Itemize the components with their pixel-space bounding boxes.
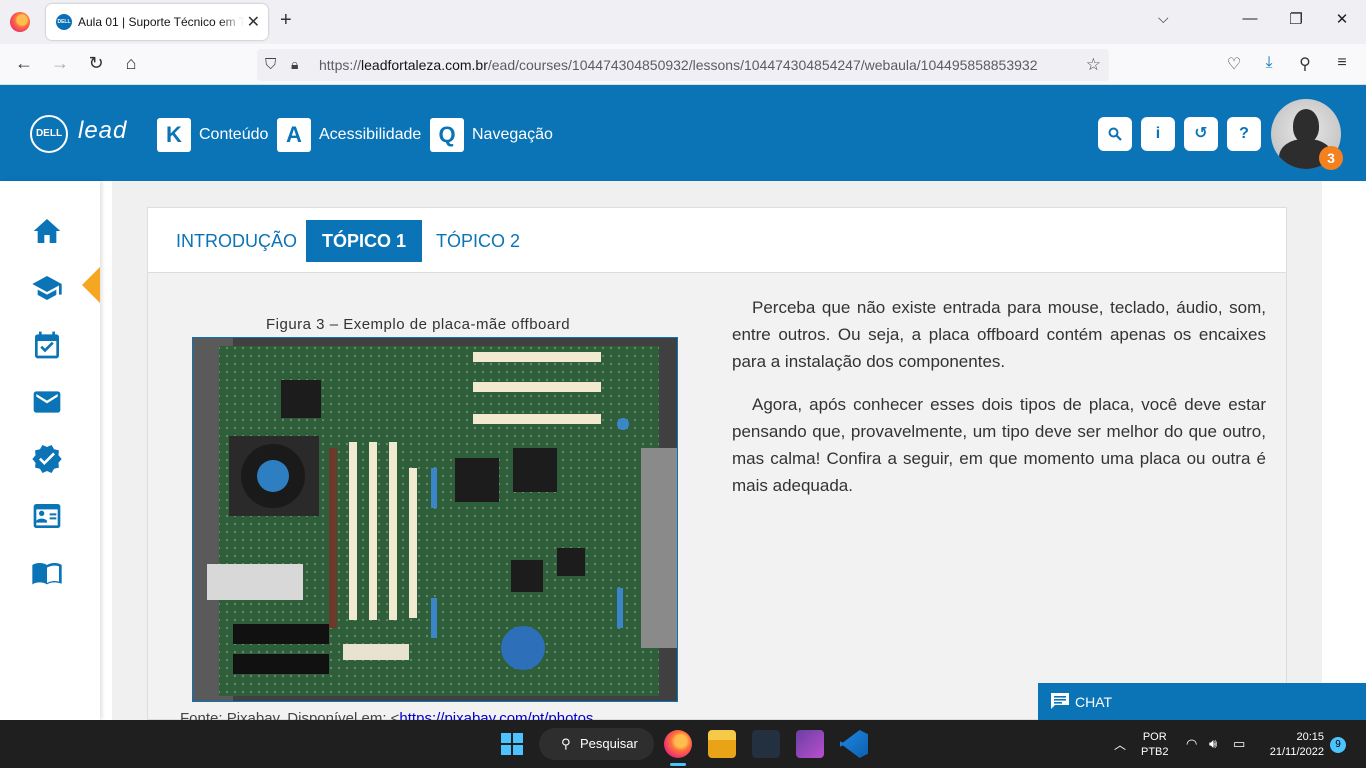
- tab-introducao[interactable]: INTRODUÇÃO: [160, 220, 313, 262]
- active-app-indicator: [670, 763, 686, 766]
- battery-icon[interactable]: ▭: [1233, 736, 1245, 752]
- id-card-icon[interactable]: [31, 500, 63, 532]
- shortcut-label: Navegação: [472, 126, 553, 143]
- forward-icon[interactable]: →: [48, 53, 72, 74]
- help-icon: ?: [1239, 125, 1249, 142]
- help-button[interactable]: ?: [1227, 117, 1261, 151]
- terminal-app-icon[interactable]: [752, 730, 780, 758]
- calendar-check-icon[interactable]: [31, 329, 63, 361]
- search-button[interactable]: [1098, 117, 1132, 151]
- url-bar[interactable]: ⛉ 🔒︎ https://leadfortaleza.com.br/ead/co…: [257, 49, 1109, 81]
- volume-icon[interactable]: 🔊︎: [1209, 736, 1217, 752]
- lock-icon[interactable]: 🔒︎: [291, 56, 298, 73]
- download-icon[interactable]: ⤓: [1258, 54, 1280, 72]
- tab-topico-1[interactable]: TÓPICO 1: [306, 220, 423, 262]
- wifi-icon[interactable]: ◠: [1186, 736, 1197, 752]
- clock-time: 20:15: [1296, 731, 1324, 743]
- system-clock[interactable]: 20:15 21/11/2022: [1262, 730, 1324, 760]
- shortcut-label: Conteúdo: [199, 126, 269, 143]
- search-icon: ⚲: [561, 736, 571, 751]
- windows-start-icon[interactable]: [501, 733, 523, 755]
- firefox-taskbar-icon[interactable]: [664, 730, 692, 758]
- lesson-tabs: INTRODUÇÃO TÓPICO 1 TÓPICO 2: [148, 208, 1286, 273]
- close-window-icon[interactable]: ✕: [1332, 10, 1352, 28]
- lesson-panel: INTRODUÇÃO TÓPICO 1 TÓPICO 2 Figura 3 – …: [147, 207, 1287, 727]
- menu-icon[interactable]: ≡: [1331, 54, 1353, 72]
- chat-button[interactable]: CHAT: [1038, 683, 1366, 720]
- reload-icon[interactable]: ↻: [84, 53, 108, 74]
- verified-badge-icon[interactable]: [31, 443, 63, 475]
- dell-favicon-icon: DELL: [56, 14, 72, 30]
- browser-nav-bar: ← → ↻ ⌂ ⛉ 🔒︎ https://leadfortaleza.com.b…: [0, 44, 1366, 85]
- lang-top: POR: [1142, 731, 1167, 743]
- clock-date: 21/11/2022: [1269, 746, 1324, 758]
- chevron-down-icon[interactable]: ⌵: [1158, 10, 1169, 27]
- windows-taskbar: ⚲ Pesquisar ︿ POR PTB2 ◠ 🔊︎ ▭ 20:15 21/1…: [0, 720, 1366, 768]
- tab-close-icon[interactable]: ✕: [247, 12, 260, 32]
- shortcut-label: Acessibilidade: [319, 126, 422, 143]
- tab-topico-2[interactable]: TÓPICO 2: [420, 220, 536, 262]
- shortcut-key: K: [157, 118, 191, 152]
- notification-badge[interactable]: 3: [1319, 146, 1343, 170]
- site-header: DELL lead K Conteúdo A Acessibilidade Q …: [0, 85, 1366, 181]
- active-nav-indicator: [82, 267, 100, 303]
- paragraph: Agora, após conhecer esses dois tipos de…: [732, 395, 1266, 495]
- shield-icon[interactable]: ⛉: [265, 56, 276, 73]
- shortcut-key: Q: [430, 118, 464, 152]
- figure-caption: Figura 3 – Exemplo de placa-mãe offboard: [266, 316, 571, 333]
- paragraph: Perceba que não existe entrada para mous…: [732, 298, 1266, 371]
- url-path: /ead/courses/104474304850932/lessons/104…: [487, 57, 1038, 73]
- tab-title: Aula 01 | Suporte Técnico em Te: [78, 15, 244, 29]
- shortcut-key: A: [277, 118, 311, 152]
- info-button[interactable]: i: [1141, 117, 1175, 151]
- dell-logo[interactable]: DELL: [30, 115, 68, 153]
- left-sidebar: [0, 181, 100, 720]
- graduation-cap-icon[interactable]: [31, 272, 63, 304]
- chat-label: CHAT: [1075, 694, 1113, 710]
- motherboard-image: [192, 337, 678, 702]
- undo-button[interactable]: ↺: [1184, 117, 1218, 151]
- media-app-icon[interactable]: [796, 730, 824, 758]
- info-icon: i: [1155, 125, 1161, 142]
- undo-icon: ↺: [1194, 125, 1208, 142]
- firefox-icon[interactable]: [10, 12, 30, 32]
- restore-icon[interactable]: ❐: [1286, 10, 1306, 28]
- browser-tab[interactable]: DELL Aula 01 | Suporte Técnico em Te ✕: [46, 4, 268, 40]
- url-text[interactable]: https://leadfortaleza.com.br/ead/courses…: [319, 57, 1037, 73]
- notification-count-badge[interactable]: 9: [1330, 737, 1346, 753]
- lang-bottom: PTB2: [1141, 746, 1169, 758]
- tray-expand-icon[interactable]: ︿: [1114, 736, 1126, 753]
- motherboard-illustration: [193, 338, 677, 701]
- taskbar-search-label: Pesquisar: [580, 736, 638, 751]
- home-icon[interactable]: ⌂: [119, 53, 143, 74]
- taskbar-search[interactable]: ⚲ Pesquisar: [539, 728, 654, 760]
- new-tab-icon[interactable]: +: [280, 9, 292, 32]
- lesson-text: Perceba que não existe entrada para mous…: [732, 294, 1266, 515]
- book-icon[interactable]: [31, 557, 63, 589]
- minimize-icon[interactable]: —: [1240, 10, 1260, 27]
- back-icon[interactable]: ←: [12, 53, 36, 74]
- key-icon[interactable]: ⚲: [1294, 54, 1316, 74]
- vscode-icon[interactable]: [840, 730, 868, 758]
- url-host: leadfortaleza.com.br: [361, 57, 488, 73]
- file-explorer-icon[interactable]: [708, 730, 736, 758]
- home-icon[interactable]: [31, 215, 63, 247]
- language-indicator[interactable]: POR PTB2: [1141, 730, 1169, 760]
- shortcut-conteudo[interactable]: K Conteúdo: [157, 118, 268, 152]
- pocket-icon[interactable]: ♡: [1223, 54, 1245, 74]
- url-prefix: https://: [319, 57, 362, 73]
- shortcut-navegacao[interactable]: Q Navegação: [430, 118, 553, 152]
- bookmark-star-icon[interactable]: ☆: [1086, 55, 1101, 75]
- lead-logo[interactable]: lead: [78, 117, 127, 145]
- browser-tab-bar: DELL Aula 01 | Suporte Técnico em Te ✕ +…: [0, 0, 1366, 44]
- avatar-head: [1293, 109, 1319, 143]
- search-icon: [1108, 127, 1122, 141]
- chat-icon: [1051, 693, 1069, 709]
- mail-icon[interactable]: [31, 386, 63, 418]
- shortcut-acessibilidade[interactable]: A Acessibilidade: [277, 118, 421, 152]
